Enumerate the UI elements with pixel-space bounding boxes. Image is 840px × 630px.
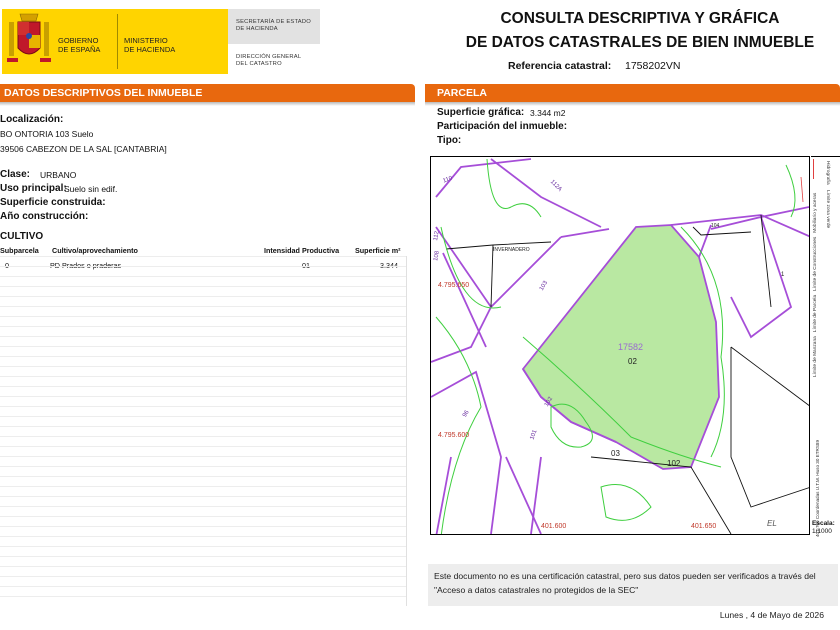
table-grid-line — [0, 486, 406, 487]
table-grid-line — [0, 566, 406, 567]
page-title-line1: CONSULTA DESCRIPTIVA Y GRÁFICA — [500, 10, 780, 27]
map-label-03: 03 — [611, 449, 620, 458]
document-date: Lunes , 4 de Mayo de 2026 — [719, 610, 824, 620]
coord-x1: 401.600 — [541, 523, 567, 530]
table-grid-line — [0, 256, 406, 257]
table-grid-line — [0, 326, 406, 327]
participacion-label: Participación del inmueble: — [437, 121, 568, 132]
table-grid-line — [0, 336, 406, 337]
table-grid-line — [0, 306, 406, 307]
th-cultivo: Cultivo/aprovechamiento — [52, 246, 138, 255]
localizacion-line2: 39506 CABEZON DE LA SAL [CANTABRIA] — [0, 144, 167, 154]
table-grid-line — [0, 466, 406, 467]
table-grid-line — [0, 356, 406, 357]
superficie-label: Superficie construida: — [0, 197, 106, 208]
table-grid-line — [0, 416, 406, 417]
coord-x2: 401.650 — [691, 523, 717, 530]
map-label-1: 1 — [781, 272, 785, 278]
map-legend: Hidrografía Límite zona verde Límite de … — [811, 156, 840, 537]
sup-grafica-value: 3.344 m2 — [530, 108, 566, 118]
table-grid-line — [0, 516, 406, 517]
table-grid-line — [0, 576, 406, 577]
cultivo-title: CULTIVO — [0, 231, 44, 242]
table-grid-line — [0, 536, 406, 537]
map-scale-letters: EL — [767, 519, 777, 528]
table-grid-line — [0, 286, 406, 287]
sup-grafica-label: Superficie gráfica: — [437, 107, 525, 118]
ano-label: Año construcción: — [0, 211, 89, 222]
table-grid-line — [0, 596, 406, 597]
section-bar-parcela: PARCELA — [425, 84, 840, 102]
scale-label: Escala: — [812, 520, 835, 527]
th-intensidad: Intensidad Productiva — [264, 246, 340, 255]
table-grid-line — [0, 316, 406, 317]
table-grid-line — [0, 436, 406, 437]
localizacion-line1: BO ONTORIA 103 Suelo — [0, 129, 94, 139]
table-grid-line — [0, 386, 406, 387]
localizacion-label: Localización: — [0, 114, 64, 125]
tipo-label: Tipo: — [437, 135, 462, 146]
table-grid-line — [0, 556, 406, 557]
ministerio-text: MINISTERIO DE HACIENDA — [124, 36, 176, 54]
ref-label: Referencia catastral: — [508, 60, 612, 72]
coord-y2: 4.795.600 — [438, 432, 470, 439]
table-grid-line — [0, 586, 406, 587]
legend-text-2: Límite de Manzana Límite de Parcela Lími… — [813, 192, 818, 377]
section-bar-shadow — [0, 102, 415, 106]
table-grid-line — [0, 366, 406, 367]
table-grid-line — [0, 546, 406, 547]
page-title-line2: DE DATOS CATASTRALES DE BIEN INMUEBLE — [465, 34, 815, 51]
logo-divider — [117, 14, 118, 69]
uso-value: Suelo sin edif. — [64, 184, 118, 194]
coord-y1: 4.795.650 — [438, 282, 470, 289]
scale-value: 1/1000 — [812, 528, 832, 535]
table-grid-line — [0, 266, 406, 267]
ref-value: 1758202VN — [625, 60, 681, 72]
table-grid-line — [0, 476, 406, 477]
uso-label: Uso principal: — [0, 183, 67, 194]
secretaria-text: SECRETARÍA DE ESTADO DE HACIENDA — [236, 19, 311, 32]
table-grid-line — [0, 406, 406, 407]
th-superficie: Superficie m² — [355, 246, 401, 255]
table-grid-line — [0, 456, 406, 457]
th-subparcela: Subparcela — [0, 246, 39, 255]
map-label-104: 104 — [711, 223, 720, 229]
section-bar-datos: DATOS DESCRIPTIVOS DEL INMUEBLE — [0, 84, 415, 102]
clase-label: Clase: — [0, 169, 31, 180]
legend-text: Hidrografía Límite zona verde — [825, 161, 830, 229]
table-grid-line — [0, 526, 406, 527]
map-parcel-sub: 02 — [628, 357, 637, 366]
table-grid-line — [0, 496, 406, 497]
direccion-text: DIRECCIÓN GENERAL DEL CATASTRO — [236, 54, 302, 67]
disclaimer-note: Este documento no es una certificación c… — [428, 564, 838, 606]
table-grid-line — [0, 506, 406, 507]
table-grid-line — [0, 376, 406, 377]
coat-of-arms-icon — [7, 13, 51, 62]
map-label-invernadero: INVERNADERO — [493, 247, 530, 253]
table-grid-line — [0, 276, 406, 277]
table-grid-line — [0, 396, 406, 397]
table-grid-line — [0, 446, 406, 447]
map-parcel-ref: 17582 — [618, 342, 644, 352]
clase-value: URBANO — [40, 170, 77, 180]
section-bar-shadow-right — [425, 102, 840, 106]
table-grid-line — [0, 426, 406, 427]
table-grid-line — [0, 346, 406, 347]
gobierno-text: GOBIERNO DE ESPAÑA — [58, 36, 101, 54]
cadastral-map[interactable]: 17582 02 INVERNADERO 03 102 104 96 103 1… — [430, 156, 810, 535]
table-grid-line — [0, 296, 406, 297]
table-right-border — [406, 256, 407, 606]
map-label-102: 102 — [667, 459, 681, 468]
